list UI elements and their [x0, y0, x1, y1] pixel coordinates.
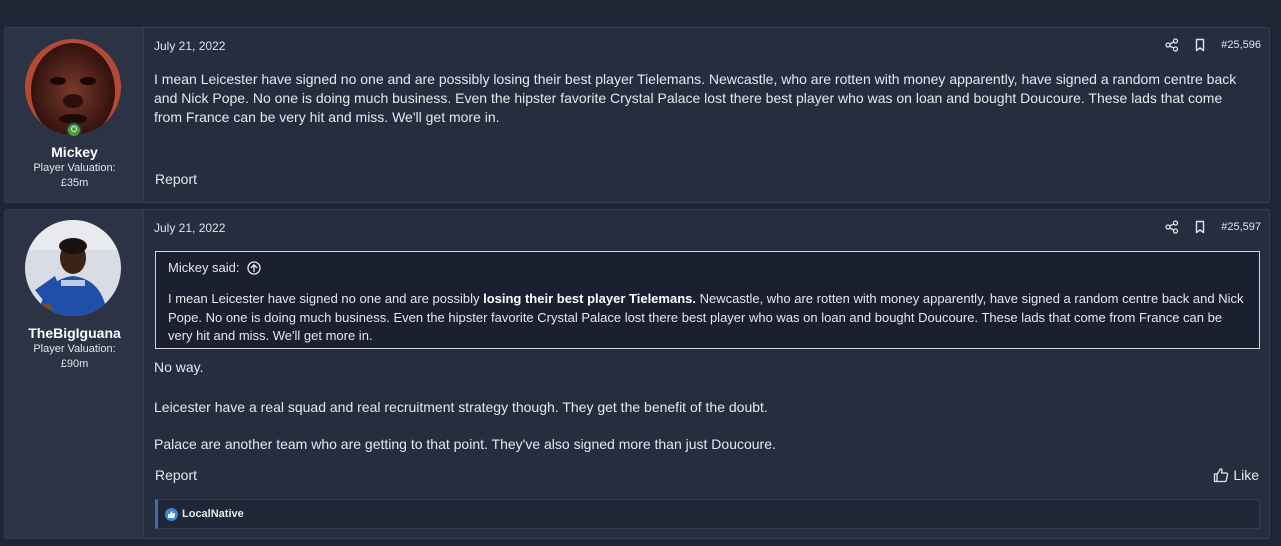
quote-author[interactable]: Mickey said:: [168, 260, 240, 275]
arrow-up-circle-icon[interactable]: [246, 260, 261, 275]
post-number[interactable]: #25,596: [1221, 39, 1261, 51]
quote-block: Mickey said: I mean Leicester have signe…: [155, 251, 1260, 349]
report-button[interactable]: Report: [155, 467, 197, 483]
report-button[interactable]: Report: [155, 171, 197, 187]
username[interactable]: TheBigIguana: [5, 325, 144, 341]
like-reaction-icon: [165, 507, 178, 521]
valuation-label: Player Valuation:: [33, 162, 116, 174]
quote-text-bold: losing their best player Tielemans.: [483, 291, 696, 306]
like-button[interactable]: Like: [1213, 467, 1259, 483]
like-label: Like: [1233, 467, 1259, 483]
bookmark-icon[interactable]: [1193, 220, 1207, 234]
post-number[interactable]: #25,597: [1221, 221, 1261, 233]
post-body: I mean Leicester have signed no one and …: [154, 71, 1237, 125]
valuation-label: Player Valuation:: [33, 343, 116, 355]
valuation-value: £90m: [60, 358, 89, 370]
reply-paragraph: Leicester have a real squad and real rec…: [154, 399, 768, 415]
user-column: TheBigIguana Player Valuation: £90m: [5, 210, 144, 538]
post-actions: #25,596: [1165, 38, 1261, 52]
reactions-bar[interactable]: LocalNative: [155, 499, 1260, 529]
valuation-value: £35m: [60, 177, 89, 189]
user-column: Mickey Player Valuation: £35m: [5, 28, 144, 202]
share-icon[interactable]: [1165, 220, 1179, 234]
thumbs-up-icon: [1213, 467, 1229, 483]
post-date[interactable]: July 21, 2022: [154, 39, 225, 53]
quote-text-part: I mean Leicester have signed no one and …: [168, 291, 484, 306]
bookmark-icon[interactable]: [1193, 38, 1207, 52]
post-25596: Mickey Player Valuation: £35m July 21, 2…: [4, 27, 1270, 203]
reaction-user[interactable]: LocalNative: [182, 508, 244, 520]
post-date[interactable]: July 21, 2022: [154, 221, 225, 235]
reply-paragraph: Palace are another team who are getting …: [154, 436, 776, 452]
avatar[interactable]: [25, 39, 121, 135]
online-status-icon: [66, 122, 82, 138]
player-valuation: Player Valuation: £35m: [5, 161, 144, 191]
reply-paragraph: No way.: [154, 359, 204, 375]
quote-header[interactable]: Mickey said:: [168, 260, 261, 275]
username[interactable]: Mickey: [5, 144, 144, 160]
post-actions: #25,597: [1165, 220, 1261, 234]
share-icon[interactable]: [1165, 38, 1179, 52]
quote-text: I mean Leicester have signed no one and …: [168, 290, 1247, 346]
player-valuation: Player Valuation: £90m: [5, 342, 144, 372]
avatar[interactable]: [25, 220, 121, 316]
post-25597: TheBigIguana Player Valuation: £90m July…: [4, 209, 1270, 539]
